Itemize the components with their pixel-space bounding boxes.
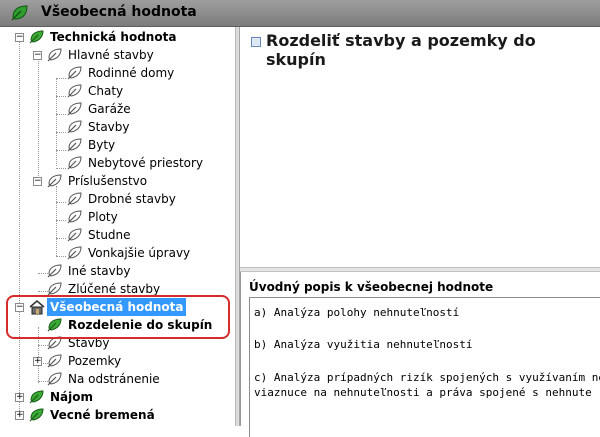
collapse-toggle-icon[interactable]: − bbox=[33, 177, 42, 186]
tree-node-label: Vecné bremená bbox=[50, 408, 155, 422]
tree-node-byty[interactable]: Byty bbox=[0, 136, 235, 154]
tree-node-rodinne-domy[interactable]: Rodinné domy bbox=[0, 64, 235, 82]
section-marker-icon bbox=[251, 37, 261, 47]
tree-node-label: Pozemky bbox=[68, 354, 122, 368]
tree-node-pozemky[interactable]: + Pozemky bbox=[0, 352, 235, 370]
highlight-annotation bbox=[6, 295, 230, 339]
tree-node-prislusenstvo[interactable]: − Príslušenstvo bbox=[0, 172, 235, 190]
tree-node-label: Príslušenstvo bbox=[68, 174, 148, 188]
tree-node-label: Ploty bbox=[88, 210, 118, 224]
tree-node-garaze[interactable]: Garáže bbox=[0, 100, 235, 118]
tree-node-vonkajsie-upravy[interactable]: Vonkajšie úpravy bbox=[0, 244, 235, 262]
description-title: Úvodný popis k všeobecnej hodnote bbox=[249, 280, 494, 294]
tree-node-label: Nájom bbox=[50, 390, 94, 404]
leaf-icon bbox=[29, 407, 45, 426]
description-line: b) Analýza využitia nehnuteľností bbox=[254, 338, 473, 351]
tree-node-nebytove-priestory[interactable]: Nebytové priestory bbox=[0, 154, 235, 172]
tree-node-hlavne-stavby[interactable]: − Hlavné stavby bbox=[0, 46, 235, 64]
tree-node-label: Vonkajšie úpravy bbox=[88, 246, 191, 260]
tree-node-studne[interactable]: Studne bbox=[0, 226, 235, 244]
tree-node-stavby[interactable]: Stavby bbox=[0, 118, 235, 136]
expand-toggle-icon[interactable]: + bbox=[15, 393, 24, 402]
leaf-icon bbox=[10, 4, 30, 25]
tree-node-chaty[interactable]: Chaty bbox=[0, 82, 235, 100]
tree-node-label: Hlavné stavby bbox=[68, 48, 154, 62]
description-line: a) Analýza polohy nehnuteľností bbox=[254, 306, 460, 319]
collapse-toggle-icon[interactable]: − bbox=[33, 51, 42, 60]
tree-node-label: Garáže bbox=[88, 102, 131, 116]
tree-node-ploty[interactable]: Ploty bbox=[0, 208, 235, 226]
tree-node-na-odstranenie[interactable]: Na odstránenie bbox=[0, 370, 235, 388]
description-pane: Úvodný popis k všeobecnej hodnote a) Ana… bbox=[240, 272, 600, 437]
tree-node-label: Chaty bbox=[88, 84, 124, 98]
tree-node-label: Byty bbox=[88, 138, 116, 152]
tree-node-label: Studne bbox=[88, 228, 131, 242]
description-textarea[interactable]: a) Analýza polohy nehnuteľností b) Analý… bbox=[249, 297, 600, 437]
page-title: Rozdeliť stavby a pozemky do skupín bbox=[266, 31, 536, 69]
detail-header-pane: Rozdeliť stavby a pozemky do skupín bbox=[240, 27, 600, 267]
navigation-tree[interactable]: − Technická hodnota − Hlavné stavby Rodi… bbox=[0, 27, 236, 426]
tree-node-label: Drobné stavby bbox=[88, 192, 176, 206]
window-titlebar: Všeobecná hodnota bbox=[0, 0, 600, 27]
description-line: viaznuce na nehnuteľnosti a práva spojen… bbox=[254, 386, 592, 399]
tree-node-label: Rodinné domy bbox=[88, 66, 175, 80]
tree-node-vecne-bremena[interactable]: + Vecné bremená bbox=[0, 406, 235, 426]
tree-node-ine-stavby[interactable]: Iné stavby bbox=[0, 262, 235, 280]
tree-node-drobne-stavby[interactable]: Drobné stavby bbox=[0, 190, 235, 208]
tree-node-najom[interactable]: + Nájom bbox=[0, 388, 235, 406]
expand-toggle-icon[interactable]: + bbox=[15, 411, 24, 420]
tree-node-label: Na odstránenie bbox=[68, 372, 160, 386]
description-line: c) Analýza prípadných rizík spojených s … bbox=[254, 371, 600, 384]
tree-node-label: Iné stavby bbox=[68, 264, 131, 278]
expand-toggle-icon[interactable]: + bbox=[33, 357, 42, 366]
window-title: Všeobecná hodnota bbox=[41, 4, 197, 20]
tree-node-label: Technická hodnota bbox=[50, 30, 177, 44]
tree-node-label: Nebytové priestory bbox=[88, 156, 204, 170]
tree-node-label: Stavby bbox=[88, 120, 130, 134]
tree-node-technicka-hodnota[interactable]: − Technická hodnota bbox=[0, 28, 235, 46]
collapse-toggle-icon[interactable]: − bbox=[15, 33, 24, 42]
